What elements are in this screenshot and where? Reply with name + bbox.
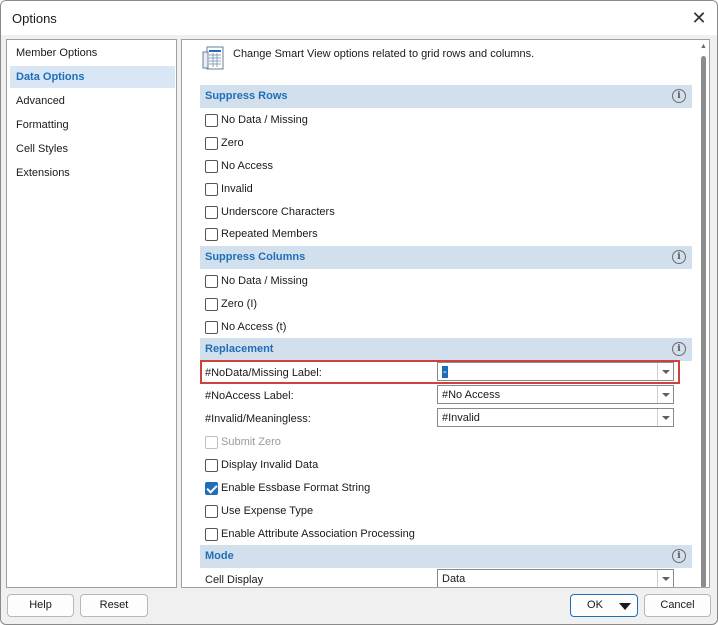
suppress-rows-zero-option[interactable]: Zero (205, 135, 244, 151)
cancel-button[interactable]: Cancel (644, 594, 711, 617)
checkbox-label: No Access (t) (221, 321, 287, 333)
submit-zero-option: Submit Zero (205, 434, 281, 450)
close-icon[interactable]: ✕ (690, 9, 708, 27)
suppress-columns-no-data-option[interactable]: No Data / Missing (205, 273, 308, 289)
checkbox-label: Underscore Characters (221, 206, 335, 218)
replacement-title: Replacement (205, 343, 274, 355)
suppress-columns-header: Suppress Columns i (200, 246, 692, 269)
replacement-header: Replacement i (200, 338, 692, 361)
noaccess-value: #No Access (442, 389, 501, 401)
suppress-columns-title: Suppress Columns (205, 251, 306, 263)
display-invalid-data-option[interactable]: Display Invalid Data (205, 457, 318, 473)
nav-item-cell-styles[interactable]: Cell Styles (10, 138, 175, 160)
suppress-columns-zero-option[interactable]: Zero (I) (205, 296, 257, 312)
title-bar: Options ✕ (1, 1, 717, 35)
checkbox-label: No Data / Missing (221, 275, 308, 287)
help-button[interactable]: Help (7, 594, 74, 617)
invalid-meaningless-label: #Invalid/Meaningless: (205, 413, 311, 425)
checkbox-label: Use Expense Type (221, 505, 314, 517)
invalid-meaningless-value: #Invalid (442, 412, 480, 424)
nav-item-data-options[interactable]: Data Options (10, 66, 175, 88)
checkbox[interactable] (205, 504, 218, 518)
chevron-down-icon[interactable] (619, 603, 631, 610)
suppress-rows-header: Suppress Rows i (200, 85, 692, 108)
checkbox[interactable] (205, 274, 218, 288)
nav-item-formatting[interactable]: Formatting (10, 114, 175, 136)
suppress-columns-no-access-option[interactable]: No Access (t) (205, 319, 286, 335)
attribute-association-option[interactable]: Enable Attribute Association Processing (205, 526, 415, 542)
info-icon[interactable]: i (672, 342, 686, 356)
ok-label: OK (587, 599, 603, 611)
cell-display-label: Cell Display (205, 574, 264, 586)
panel-description: Change Smart View options related to gri… (233, 48, 535, 60)
checkbox[interactable] (205, 113, 218, 127)
checkbox[interactable] (205, 159, 218, 173)
info-icon[interactable]: i (672, 250, 686, 264)
scrollbar-thumb[interactable] (701, 56, 706, 587)
reset-button[interactable]: Reset (80, 594, 148, 617)
checkbox-label: No Access (221, 160, 273, 172)
window-title: Options (12, 11, 57, 26)
checkbox-label: Repeated Members (221, 228, 318, 240)
cell-display-value: Data (442, 573, 466, 585)
checkbox[interactable] (205, 227, 218, 241)
selected-text: - (442, 366, 448, 378)
mode-header: Mode i (200, 545, 692, 568)
checkbox-label: Enable Attribute Association Processing (221, 528, 415, 540)
checkbox-label: No Data / Missing (221, 114, 308, 126)
noaccess-combo[interactable]: #No Access (437, 385, 674, 404)
nav-item-member-options[interactable]: Member Options (10, 42, 175, 64)
info-icon[interactable]: i (672, 549, 686, 563)
suppress-rows-underscore-option[interactable]: Underscore Characters (205, 204, 335, 220)
cell-display-combo[interactable]: Data (437, 569, 674, 587)
checkbox[interactable] (205, 136, 218, 150)
checkbox[interactable] (205, 458, 218, 472)
suppress-rows-invalid-option[interactable]: Invalid (205, 181, 253, 197)
options-dialog: Options ✕ Member Options Data Options Ad… (0, 0, 718, 625)
suppress-rows-no-access-option[interactable]: No Access (205, 158, 273, 174)
nav-item-extensions[interactable]: Extensions (10, 162, 175, 184)
use-expense-type-option[interactable]: Use Expense Type (205, 503, 313, 519)
grid-settings-icon (202, 46, 224, 70)
checkbox-label: Invalid (221, 183, 253, 195)
noaccess-label: #NoAccess Label: (205, 390, 294, 402)
nodata-missing-combo[interactable]: - (437, 362, 674, 381)
vertical-scrollbar[interactable]: ▲ (698, 40, 709, 587)
checkbox[interactable] (205, 182, 218, 196)
checkbox-label: Submit Zero (221, 436, 281, 448)
checkbox-checked[interactable] (205, 481, 218, 495)
enable-essbase-format-option[interactable]: Enable Essbase Format String (205, 480, 370, 496)
checkbox[interactable] (205, 297, 218, 311)
chevron-down-icon[interactable] (657, 409, 673, 426)
checkbox-label: Zero (221, 137, 244, 149)
info-icon[interactable]: i (672, 89, 686, 103)
nav-item-advanced[interactable]: Advanced (10, 90, 175, 112)
data-options-panel: Change Smart View options related to gri… (181, 39, 710, 588)
checkbox-label: Zero (I) (221, 298, 258, 310)
invalid-meaningless-combo[interactable]: #Invalid (437, 408, 674, 427)
suppress-rows-no-data-option[interactable]: No Data / Missing (205, 112, 308, 128)
checkbox[interactable] (205, 527, 218, 541)
checkbox-label: Enable Essbase Format String (221, 482, 371, 494)
checkbox-label: Display Invalid Data (221, 459, 319, 471)
suppress-rows-repeated-option[interactable]: Repeated Members (205, 226, 318, 242)
chevron-down-icon[interactable] (657, 363, 673, 380)
suppress-rows-title: Suppress Rows (205, 90, 288, 102)
options-nav: Member Options Data Options Advanced For… (6, 39, 177, 588)
nodata-missing-value: - (442, 366, 448, 378)
checkbox (205, 435, 218, 449)
nodata-missing-label: #NoData/Missing Label: (205, 367, 322, 379)
checkbox[interactable] (205, 320, 218, 334)
chevron-down-icon[interactable] (657, 570, 673, 587)
mode-title: Mode (205, 550, 234, 562)
chevron-down-icon[interactable] (657, 386, 673, 403)
checkbox[interactable] (205, 205, 218, 219)
ok-button[interactable]: OK (570, 594, 638, 617)
scroll-up-icon[interactable]: ▲ (699, 42, 708, 51)
